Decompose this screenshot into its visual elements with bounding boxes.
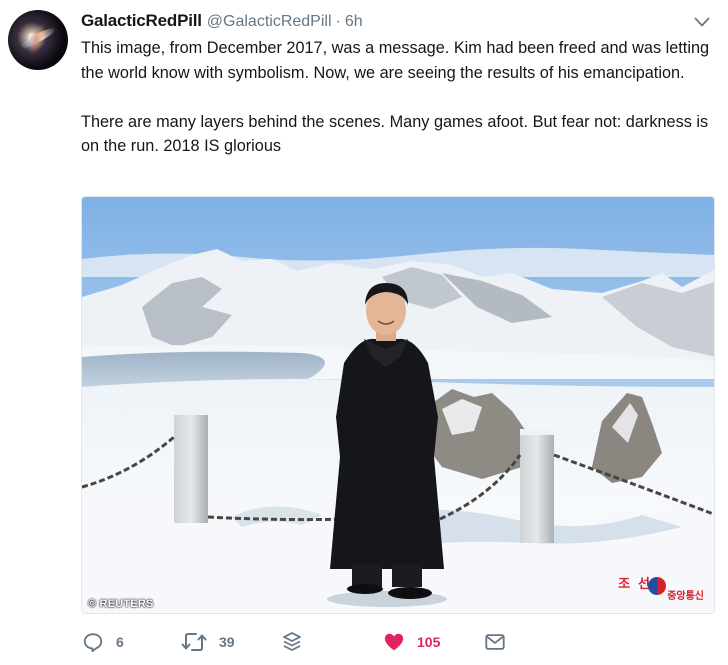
tweet-text: This image, from December 2017, was a me… — [81, 36, 711, 159]
tweet-paragraph: This image, from December 2017, was a me… — [81, 39, 710, 82]
author-name[interactable]: GalacticRedPill — [81, 11, 202, 31]
heart-icon — [384, 633, 404, 651]
timestamp[interactable]: 6h — [345, 13, 363, 31]
tweet[interactable]: GalacticRedPill @GalacticRedPill · 6h Th… — [0, 0, 728, 665]
agency-subtitle: 중앙통신 — [667, 591, 704, 602]
agency-watermark: 조선 중앙통신 — [614, 575, 704, 602]
tweet-header: GalacticRedPill @GalacticRedPill · 6h — [81, 11, 363, 33]
avatar[interactable] — [8, 10, 68, 70]
message-button[interactable] — [484, 630, 506, 654]
photo-credit: © REUTERS — [88, 598, 154, 610]
stack-button[interactable] — [282, 630, 302, 654]
retweet-button[interactable]: 39 — [181, 630, 235, 654]
like-count: 105 — [417, 634, 441, 650]
tweet-actions: 6 39 105 — [81, 630, 721, 656]
agency-logo — [648, 577, 666, 595]
header-separator: · — [335, 13, 341, 30]
chevron-down-icon[interactable] — [694, 16, 710, 28]
tweet-paragraph: There are many layers behind the scenes.… — [81, 112, 709, 156]
retweet-icon — [181, 633, 207, 651]
stack-layers-icon — [283, 632, 301, 651]
photo-scene — [82, 197, 714, 613]
reply-icon — [83, 633, 103, 653]
retweet-count: 39 — [219, 634, 235, 650]
like-button[interactable]: 105 — [383, 630, 440, 654]
envelope-icon — [485, 634, 505, 650]
reply-button[interactable]: 6 — [82, 630, 124, 654]
reply-count: 6 — [116, 634, 124, 650]
tweet-photo[interactable]: © REUTERS 조선 중앙통신 — [81, 196, 715, 614]
author-handle[interactable]: @GalacticRedPill — [207, 13, 332, 31]
